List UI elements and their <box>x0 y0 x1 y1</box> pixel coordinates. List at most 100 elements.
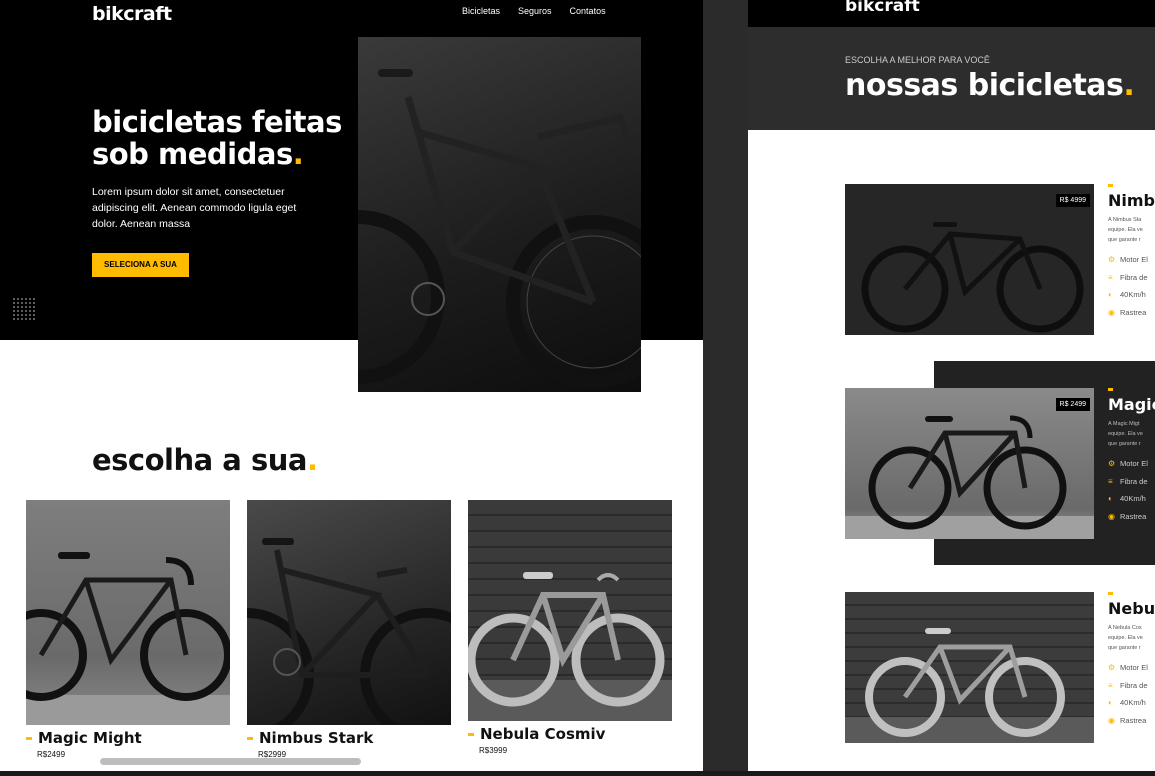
accent-dot: . <box>292 137 304 171</box>
main-nav: Bicicletas Seguros Contatos <box>462 6 606 16</box>
products-subtitle: ESCOLHA A MELHOR PARA VOCÊ <box>845 55 990 65</box>
bike-icon: ⚙ <box>1108 255 1116 264</box>
select-bike-button[interactable]: SELECIONA A SUA <box>92 253 189 277</box>
bike-card[interactable]: Nebula Cosmiv R$3999 <box>468 500 672 755</box>
feature-label: Fibra de <box>1120 272 1148 282</box>
nav-link-seguros[interactable]: Seguros <box>518 6 552 16</box>
desc-line: que garante r <box>1108 237 1141 243</box>
feature-item: ◉ Rastrea <box>1108 512 1155 521</box>
choose-section-title: escolha a sua. <box>92 443 318 477</box>
nav-link-contatos[interactable]: Contatos <box>570 6 606 16</box>
desc-line: que garante r <box>1108 441 1141 447</box>
price-tag: R$ 4999 <box>1055 194 1090 207</box>
hero-bike-image <box>358 37 641 392</box>
product-info: Nebul A Nebula Cos equipe. Ela ve que ga… <box>1108 592 1155 725</box>
product-image[interactable] <box>845 592 1094 743</box>
feature-label: 40Km/h <box>1120 698 1146 707</box>
product-info: Magic A Magic Migt equipe. Ela ve que ga… <box>1108 388 1155 521</box>
feature-item: ⚙ Motor El <box>1108 663 1155 672</box>
landing-page-frame: bikcraft Bicicletas Seguros Contatos bic… <box>0 0 703 771</box>
brand-logo[interactable]: bikcraft <box>845 0 920 16</box>
feature-label: 40Km/h <box>1120 290 1146 299</box>
product-name: Nebul <box>1108 599 1155 618</box>
bike-icon: ⚙ <box>1108 663 1116 672</box>
horizontal-scrollbar[interactable] <box>100 758 361 765</box>
feature-item: ≡ Fibra de <box>1108 477 1155 486</box>
feature-item: ◉ Rastrea <box>1108 308 1155 317</box>
bike-photo <box>247 500 451 725</box>
products-header: bikcraft ESCOLHA A MELHOR PARA VOCÊ noss… <box>748 0 1155 130</box>
feature-item: ≡ Fibra de <box>1108 273 1155 282</box>
desc-line: equipe. Ela ve <box>1108 227 1143 233</box>
accent-dot: . <box>306 443 318 477</box>
hero-title-line2: sob medidas <box>92 137 293 171</box>
feature-label: Motor El <box>1120 255 1148 264</box>
product-description: A Magic Migt equipe. Ela ve que garante … <box>1108 419 1155 449</box>
feature-label: Rastrea <box>1120 511 1147 521</box>
feature-label: Rastrea <box>1120 307 1147 317</box>
accent-dot: . <box>1123 68 1135 103</box>
nav-link-bicicletas[interactable]: Bicicletas <box>462 6 500 16</box>
accent-bar <box>1108 184 1113 187</box>
feature-item: ◐ 40Km/h <box>1108 290 1155 299</box>
desc-line: A Magic Migt <box>1108 421 1140 427</box>
location-icon: ◉ <box>1108 511 1115 521</box>
product-image[interactable]: R$ 4999 <box>845 184 1094 335</box>
feature-list: ⚙ Motor El ≡ Fibra de ◐ 40Km/h ◉ Rastrea <box>1108 459 1155 521</box>
desc-line: equipe. Ela ve <box>1108 635 1143 641</box>
bike-icon: ⚙ <box>1108 459 1116 468</box>
top-bar <box>748 0 1155 27</box>
layers-icon: ≡ <box>1108 476 1113 486</box>
location-icon: ◉ <box>1108 307 1115 317</box>
product-name: Nimb <box>1108 191 1155 210</box>
location-icon: ◉ <box>1108 715 1115 725</box>
feature-list: ⚙ Motor El ≡ Fibra de ◐ 40Km/h ◉ Rastrea <box>1108 663 1155 725</box>
desc-line: que garante r <box>1108 645 1141 651</box>
desc-line: A Nimbus Sta <box>1108 217 1142 223</box>
canvas: bikcraft Bicicletas Seguros Contatos bic… <box>0 0 1155 776</box>
bike-name: Magic Might <box>26 729 230 747</box>
products-page-frame: bikcraft ESCOLHA A MELHOR PARA VOCÊ noss… <box>748 0 1155 771</box>
feature-label: Rastrea <box>1120 715 1147 725</box>
desc-line: equipe. Ela ve <box>1108 431 1143 437</box>
dots-decoration <box>12 297 37 322</box>
speed-icon: ◐ <box>1108 494 1113 503</box>
hero-description: Lorem ipsum dolor sit amet, consectetuer… <box>92 186 297 230</box>
bike-photo <box>26 500 230 725</box>
feature-item: ⚙ Motor El <box>1108 255 1155 264</box>
product-description: A Nimbus Sta equipe. Ela ve que garante … <box>1108 215 1155 245</box>
product-name: Magic <box>1108 395 1155 414</box>
products-title: nossas bicicletas. <box>845 68 1135 103</box>
feature-item: ◐ 40Km/h <box>1108 494 1155 503</box>
feature-label: Motor El <box>1120 663 1148 672</box>
bike-photo <box>468 500 672 721</box>
layers-icon: ≡ <box>1108 272 1113 282</box>
bike-card[interactable]: Nimbus Stark R$2999 <box>247 500 451 759</box>
feature-label: Fibra de <box>1120 476 1148 486</box>
product-info: Nimb A Nimbus Sta equipe. Ela ve que gar… <box>1108 184 1155 317</box>
feature-label: Fibra de <box>1120 680 1148 690</box>
speed-icon: ◐ <box>1108 290 1113 299</box>
feature-label: 40Km/h <box>1120 494 1146 503</box>
bike-card[interactable]: Magic Might R$2499 <box>26 500 230 759</box>
product-description: A Nebula Cos equipe. Ela ve que garante … <box>1108 623 1155 653</box>
feature-item: ◐ 40Km/h <box>1108 698 1155 707</box>
brand-logo[interactable]: bikcraft <box>92 3 172 25</box>
bike-name: Nebula Cosmiv <box>468 725 672 743</box>
desc-line: A Nebula Cos <box>1108 625 1142 631</box>
choose-title-text: escolha a sua <box>92 443 307 477</box>
price-tag: R$ 2499 <box>1055 398 1090 411</box>
product-image[interactable]: R$ 2499 <box>845 388 1094 539</box>
bike-name: Nimbus Stark <box>247 729 451 747</box>
accent-bar <box>1108 592 1113 595</box>
accent-bar <box>1108 388 1113 391</box>
layers-icon: ≡ <box>1108 680 1113 690</box>
speed-icon: ◐ <box>1108 698 1113 707</box>
products-title-text: nossas bicicletas <box>845 68 1124 103</box>
hero-title: bicicletas feitas sob medidas. <box>92 106 352 170</box>
feature-item: ⚙ Motor El <box>1108 459 1155 468</box>
hero-title-line1: bicicletas feitas <box>92 105 342 139</box>
bottom-strip <box>0 771 1155 776</box>
feature-label: Motor El <box>1120 459 1148 468</box>
bike-price: R$3999 <box>479 746 508 755</box>
